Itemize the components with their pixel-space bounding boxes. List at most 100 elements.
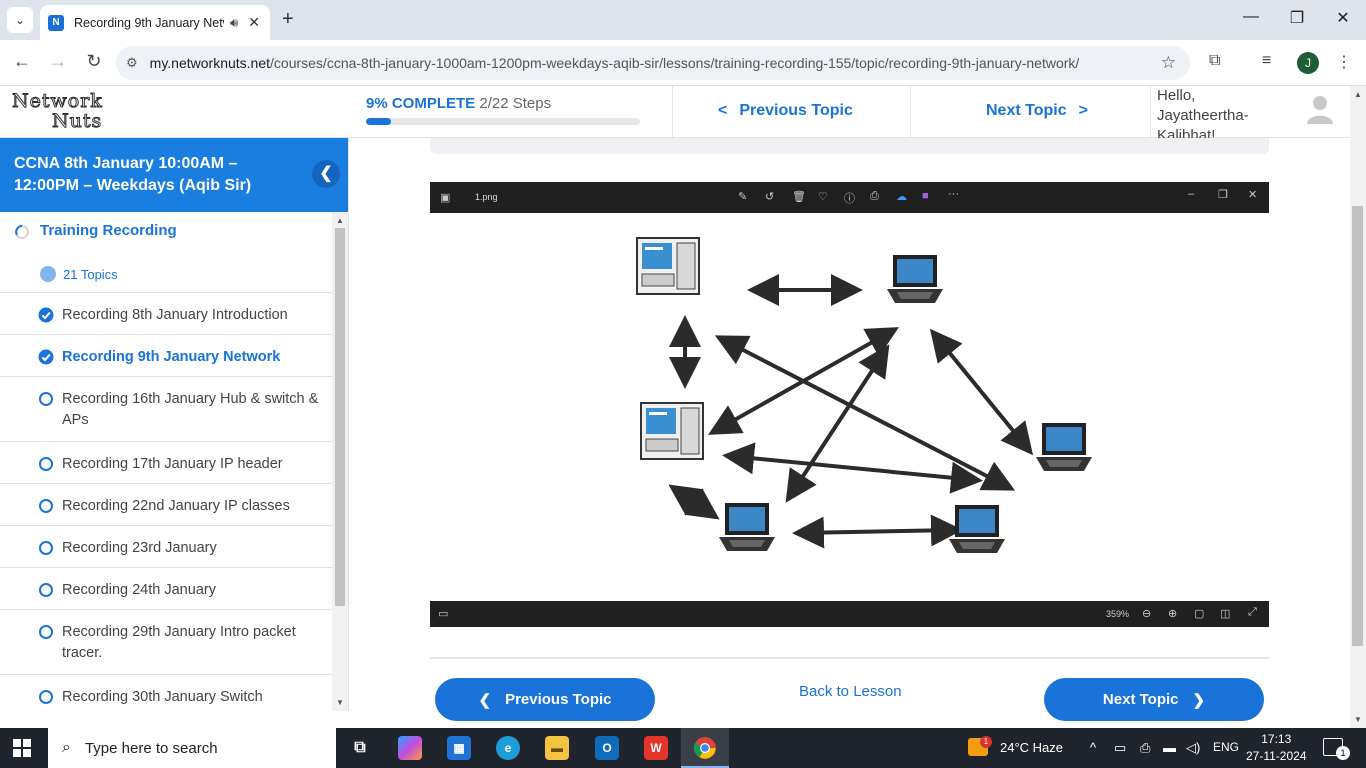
minimize-button[interactable]: — [1236, 8, 1266, 26]
course-progress: 9% COMPLETE 2/22 Steps [366, 95, 640, 125]
viewer-toolbar: ▣ 1.png ✎ ↺ 🗑︎ ♡ ⓘ ⎙ ☁︎ ■ ··· – ❐ ✕ [430, 182, 1269, 213]
bookmark-star-icon[interactable]: ☆ [1161, 53, 1176, 73]
extensions-icon[interactable]: ⧉ [1209, 52, 1220, 70]
header-next-topic-link[interactable]: Next Topic > [986, 102, 1088, 120]
header-divider [910, 86, 911, 138]
header-previous-topic-link[interactable]: < Previous Topic [718, 102, 853, 120]
close-window-button[interactable]: ✕ [1328, 8, 1358, 28]
windows-taskbar: ⌕ Type here to search ⧉ ▦ e ▬ O W 1 24°C… [0, 728, 1366, 768]
site-logo[interactable]: Network Nuts [12, 90, 103, 132]
sidebar-topic-item[interactable]: Recording 30th January Switch [0, 675, 333, 711]
lesson-title: Training Recording [40, 222, 177, 239]
speaker-icon[interactable]: 🔊︎ [230, 15, 238, 31]
logo-line-2: Nuts [52, 110, 103, 132]
browser-tab-active[interactable]: N Recording 9th January Netw 🔊︎ ✕ [40, 5, 270, 40]
filmstrip-icon[interactable]: ▭ [438, 607, 448, 620]
back-to-lesson-link[interactable]: Back to Lesson [799, 683, 902, 700]
address-bar[interactable]: ⚙︎ my.networknuts.net/courses/ccna-8th-j… [116, 46, 1190, 80]
cloud-icon[interactable]: ☁︎ [896, 190, 907, 203]
fit-to-window-icon[interactable]: ▢ [1194, 607, 1204, 620]
profile-avatar[interactable]: J [1297, 52, 1319, 74]
sidebar-topic-item[interactable]: Recording 23rd January [0, 526, 333, 568]
viewer-gallery-icon[interactable]: ▣ [440, 191, 450, 204]
page-scroll-up-icon[interactable]: ▲ [1354, 90, 1362, 99]
meet-now-icon[interactable]: ⎙ [1140, 740, 1150, 756]
network-icon[interactable]: ▭ [1114, 740, 1126, 756]
sidebar-topic-item[interactable]: Recording 22nd January IP classes [0, 484, 333, 526]
page-scroll-thumb[interactable] [1352, 206, 1363, 646]
viewer-maximize-icon[interactable]: ❐ [1218, 188, 1228, 201]
viewer-minimize-icon[interactable]: – [1188, 188, 1194, 200]
header-divider [1150, 86, 1151, 138]
previous-topic-button[interactable]: ❮ Previous Topic [435, 678, 655, 721]
sidebar-scroll-thumb[interactable] [335, 228, 345, 606]
tab-search-dropdown-icon[interactable]: ⌄ [7, 7, 33, 33]
clipchamp-icon[interactable]: ■ [922, 190, 929, 202]
lesson-item[interactable]: Training Recording [0, 212, 348, 256]
more-options-icon[interactable]: ··· [948, 188, 959, 200]
user-avatar-icon[interactable] [1306, 94, 1334, 124]
scroll-down-icon[interactable]: ▼ [336, 698, 344, 707]
edge-icon[interactable]: e [496, 736, 520, 760]
volume-icon[interactable]: ◁) [1186, 740, 1200, 756]
sidebar-topic-item[interactable]: Recording 17th January IP header [0, 442, 333, 484]
menu-kebab-icon[interactable]: ⋮ [1336, 52, 1352, 72]
clock-time: 17:13 [1261, 732, 1292, 746]
viewer-close-icon[interactable]: ✕ [1248, 188, 1257, 201]
copilot-icon[interactable] [398, 736, 422, 760]
battery-icon[interactable]: ▬ [1163, 740, 1176, 755]
zoom-level: 359% [1106, 609, 1130, 619]
sidebar-topic-item[interactable]: Recording 9th January Network [0, 335, 333, 377]
chrome-icon[interactable] [693, 736, 717, 760]
info-icon[interactable]: ⓘ [844, 190, 855, 206]
sidebar-topic-item[interactable]: Recording 29th January Intro packet trac… [0, 610, 333, 675]
progress-bar [366, 118, 640, 125]
reload-icon[interactable]: ↻ [82, 51, 106, 72]
course-title[interactable]: CCNA 8th January 10:00AM – 12:00PM – Wee… [0, 138, 348, 212]
sidebar-topic-label: Recording 23rd January [62, 540, 217, 556]
clock[interactable]: 17:13 27-11-2024 [1246, 731, 1307, 765]
microsoft-store-icon[interactable]: ▦ [447, 736, 471, 760]
outlook-icon[interactable]: O [595, 736, 619, 760]
forward-arrow-icon[interactable]: → [46, 51, 70, 72]
delete-icon[interactable]: 🗑︎ [792, 190, 806, 203]
logo-line-1: Network [12, 90, 103, 112]
task-view-icon[interactable]: ⧉ [348, 736, 372, 760]
user-greeting[interactable]: Hello, Jayatheertha-Kalibhat! [1157, 86, 1267, 146]
file-explorer-icon[interactable]: ▬ [545, 736, 569, 760]
sidebar-topic-item[interactable]: Recording 24th January [0, 568, 333, 610]
viewer-status-bar: ▭ 359% ⊖ ⊕ ▢ ◫ ⤢ [430, 601, 1269, 627]
restore-button[interactable]: ❐ [1282, 8, 1312, 28]
taskbar-search-box[interactable]: ⌕ Type here to search [48, 728, 336, 768]
collapse-sidebar-button[interactable]: ❮ [312, 160, 340, 188]
back-arrow-icon[interactable]: ← [10, 51, 34, 72]
next-topic-button[interactable]: Next Topic ❯ [1044, 678, 1264, 721]
close-tab-icon[interactable]: ✕ [248, 14, 260, 31]
fullscreen-icon[interactable]: ⤢ [1248, 606, 1257, 619]
edit-icon[interactable]: ✎ [738, 190, 747, 203]
sidebar-topic-item[interactable]: Recording 8th January Introduction [0, 293, 333, 335]
zoom-in-icon[interactable]: ⊕ [1168, 607, 1177, 620]
weather-text[interactable]: 24°C Haze [1000, 740, 1063, 755]
scroll-up-icon[interactable]: ▲ [336, 216, 344, 225]
zoom-out-icon[interactable]: ⊖ [1142, 607, 1151, 620]
show-hidden-icons-icon[interactable]: ^ [1090, 740, 1096, 755]
sidebar-topic-item[interactable]: Recording 16th January Hub & switch & AP… [0, 377, 333, 442]
site-info-icon[interactable]: ⚙︎ [126, 55, 138, 71]
windows-start-icon[interactable] [13, 739, 31, 757]
print-icon[interactable]: ⎙ [870, 190, 879, 203]
favorite-heart-icon[interactable]: ♡ [818, 190, 828, 203]
rotate-icon[interactable]: ↺ [765, 190, 774, 203]
chevron-left-icon: < [718, 102, 728, 119]
language-indicator[interactable]: ENG [1213, 740, 1239, 754]
page-scroll-down-icon[interactable]: ▼ [1354, 715, 1362, 724]
actual-size-icon[interactable]: ◫ [1220, 607, 1230, 620]
new-tab-button[interactable]: + [282, 8, 294, 31]
media-controls-icon[interactable]: ≡ [1262, 52, 1271, 70]
clock-date: 27-11-2024 [1246, 749, 1307, 763]
main-content: ▣ 1.png ✎ ↺ 🗑︎ ♡ ⓘ ⎙ ☁︎ ■ ··· – ❐ ✕ ▭ 35… [349, 138, 1350, 728]
topics-summary[interactable]: 21 Topics [0, 256, 333, 293]
sidebar-scrollbar[interactable]: ▲ ▼ [332, 212, 348, 711]
page-scrollbar[interactable]: ▲ ▼ [1350, 86, 1366, 728]
wps-office-icon[interactable]: W [644, 736, 668, 760]
